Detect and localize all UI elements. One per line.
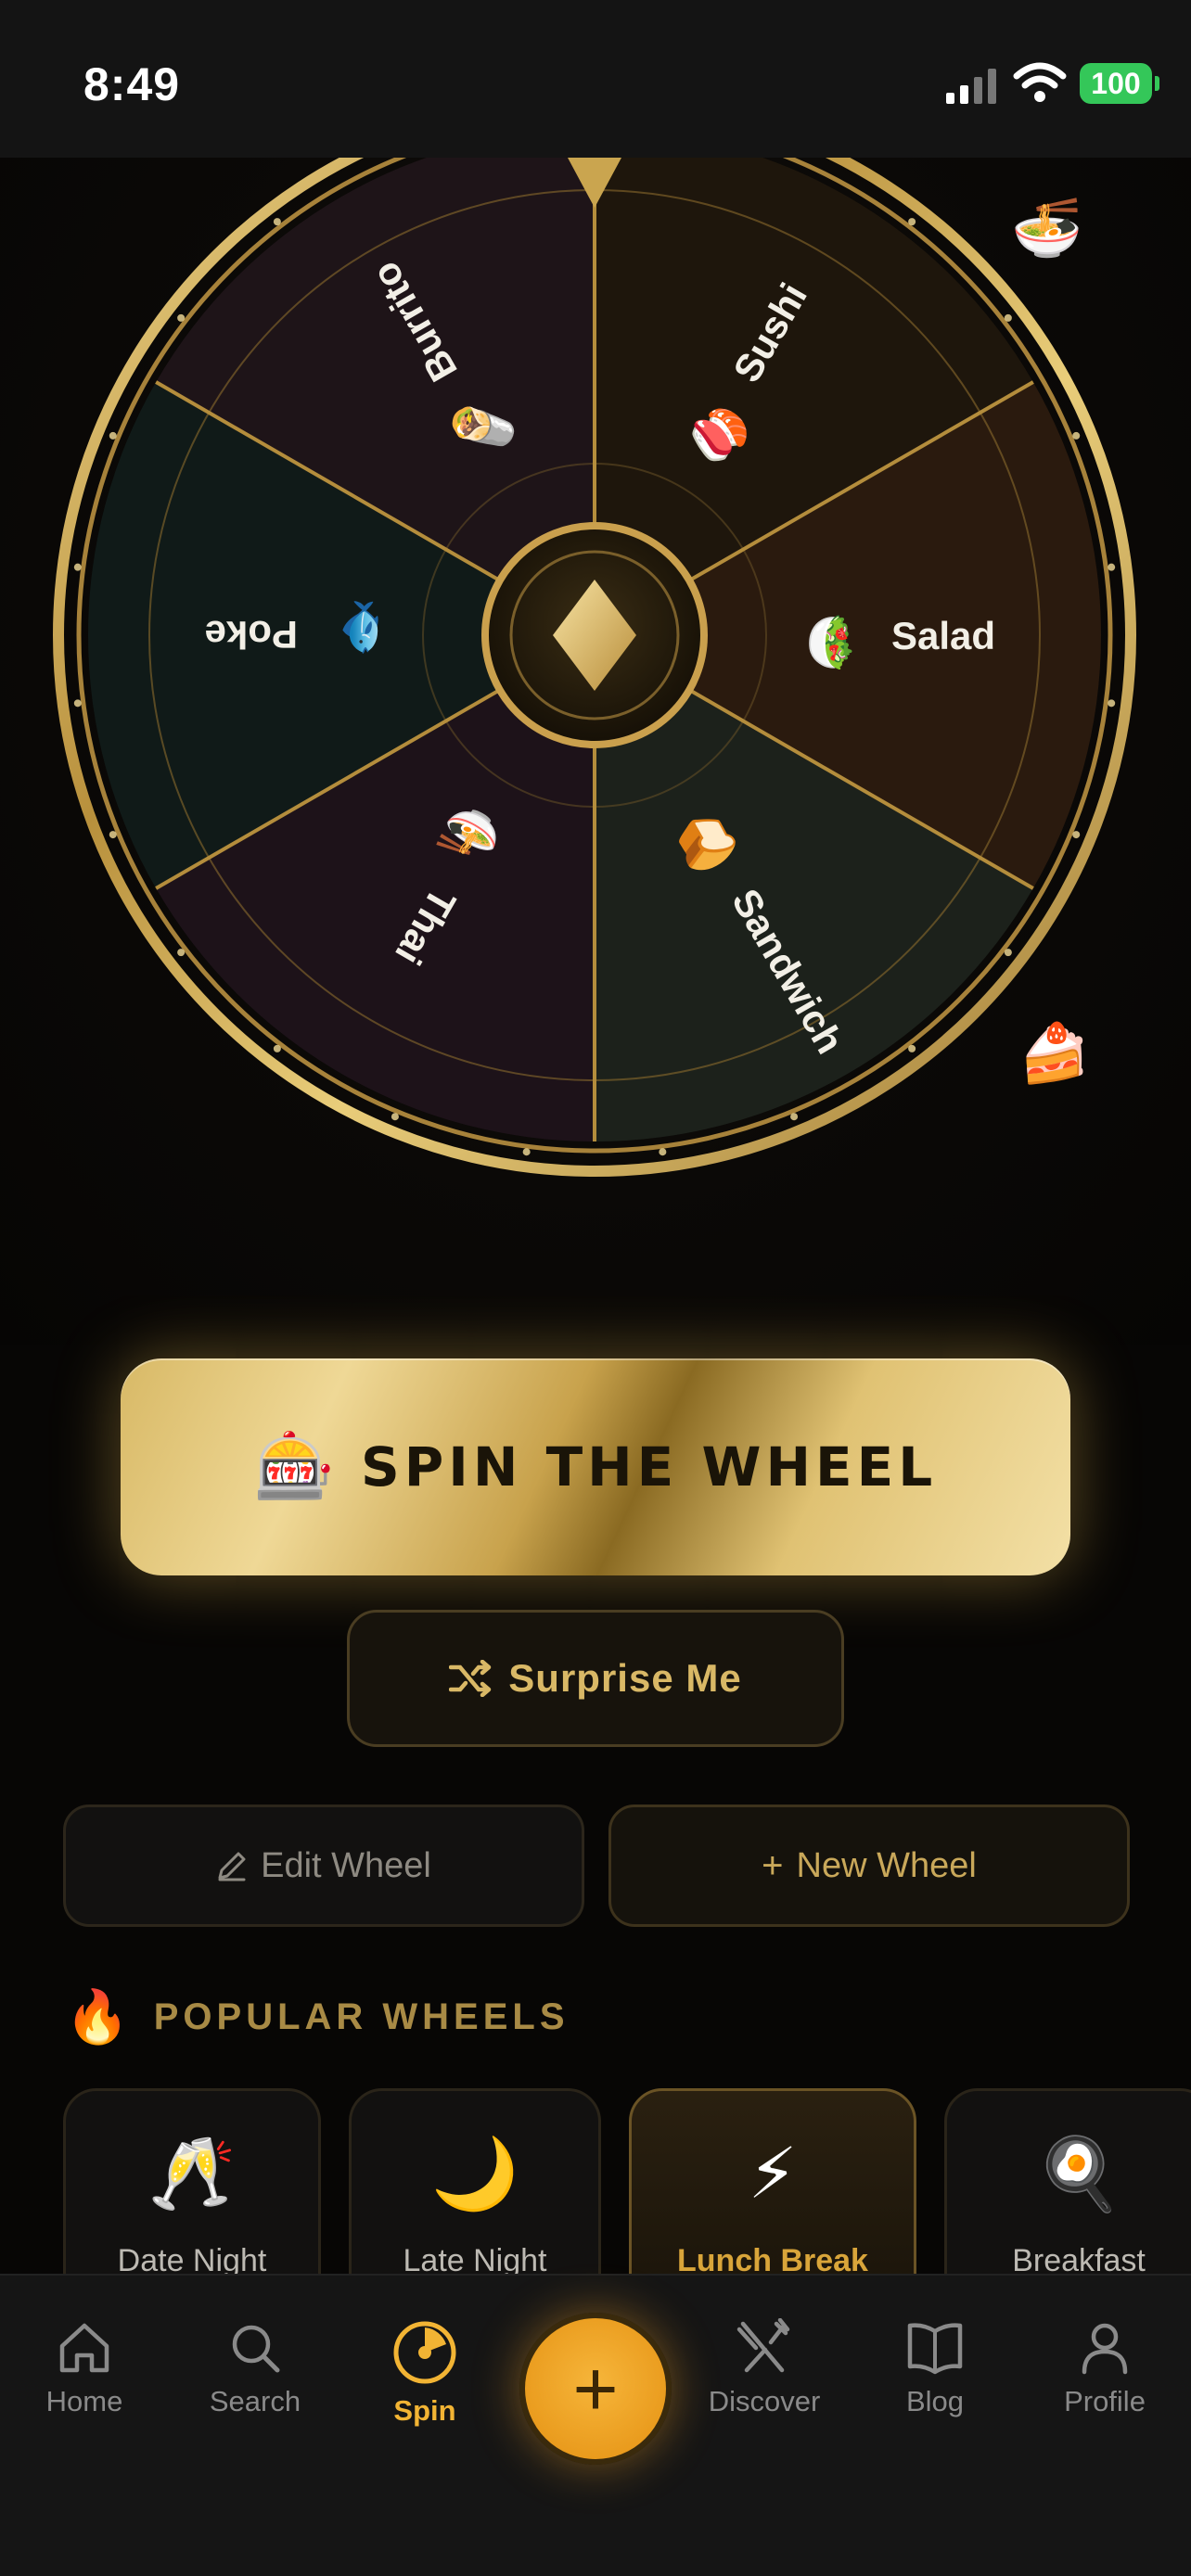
plus-icon: + <box>572 2345 619 2432</box>
status-time: 8:49 <box>83 58 181 110</box>
popular-wheels-list: 🥂 Date Night 🌙 Late Night ⚡ Lunch Break … <box>0 2088 1191 2274</box>
popular-wheels-header: 🔥 POPULAR WHEELS <box>65 1986 570 2047</box>
tab-label: Blog <box>905 2385 965 2417</box>
tab-home[interactable]: Home <box>15 2318 154 2418</box>
floating-cake-emoji: 🍰 <box>1018 1022 1091 1086</box>
segment-label: Salad <box>891 614 995 657</box>
champagne-icon: 🥂 <box>147 2135 237 2213</box>
rim-light <box>1072 431 1081 440</box>
search-icon <box>232 2325 280 2373</box>
new-wheel-label: New Wheel <box>796 1845 977 1885</box>
popular-wheels-title: POPULAR WHEELS <box>153 1996 570 2037</box>
rim-light <box>1072 831 1081 839</box>
rim-light <box>1004 949 1012 957</box>
spin-wheel[interactable]: 🍣Sushi🥗 Salad🍞Sandwich🍜Thai🐟Poke🌯Burrito <box>0 158 1191 1345</box>
slot-machine-icon: 🎰 <box>253 1430 335 1502</box>
rim-light <box>273 218 281 226</box>
plus-icon: + <box>762 1844 784 1886</box>
surprise-me-label: Surprise Me <box>508 1656 742 1700</box>
status-bar: 8:49 100 <box>0 0 1191 158</box>
tab-bar: Home Search Spin + Discover Blog Profile <box>0 2274 1191 2576</box>
tab-discover[interactable]: Discover <box>695 2318 834 2418</box>
rim-light <box>659 1148 667 1156</box>
wheel-area: 🍣 Sushi 🥗 Salad 🍞 Sandwich 🍜 Thai 🐟 Poke 🌯 Burrito … <box>0 158 1191 1345</box>
popular-card-lunch-break[interactable]: ⚡ Lunch Break <box>629 2088 916 2274</box>
new-wheel-button[interactable]: + New Wheel <box>608 1804 1130 1927</box>
tab-blog[interactable]: Blog <box>865 2318 1005 2418</box>
pencil-icon <box>218 1852 246 1881</box>
segment-emoji: 🥗 <box>802 613 856 673</box>
rim-light <box>109 431 117 440</box>
spin-the-wheel-button[interactable]: 🎰 SPIN THE WHEEL <box>121 1358 1070 1575</box>
add-button[interactable]: + <box>519 2313 672 2465</box>
lightning-icon: ⚡ <box>748 2135 798 2213</box>
rim-light <box>391 1113 399 1121</box>
floating-noodles-emoji: 🍜 <box>1011 197 1083 261</box>
book-icon <box>907 2323 963 2375</box>
utensils-icon <box>736 2318 790 2373</box>
rim-light <box>73 699 82 708</box>
popular-card-breakfast[interactable]: 🍳 Breakfast <box>944 2088 1191 2274</box>
card-label: Lunch Break <box>677 2243 868 2274</box>
home-icon <box>59 2323 109 2373</box>
popular-card-late-night[interactable]: 🌙 Late Night <box>349 2088 601 2274</box>
edit-wheel-label: Edit Wheel <box>261 1845 431 1885</box>
tab-label: Spin <box>393 2394 456 2427</box>
tab-search[interactable]: Search <box>186 2318 325 2418</box>
profile-icon <box>1082 2323 1128 2375</box>
card-label: Late Night <box>403 2243 547 2274</box>
tab-label: Discover <box>708 2385 821 2417</box>
edit-wheel-button[interactable]: Edit Wheel <box>63 1804 584 1927</box>
tab-profile[interactable]: Profile <box>1035 2318 1174 2418</box>
rim-light <box>790 1113 799 1121</box>
rim-light <box>273 1044 281 1052</box>
frying-pan-icon: 🍳 <box>1034 2135 1123 2213</box>
tab-label: Home <box>45 2385 123 2417</box>
rim-light <box>1108 699 1116 708</box>
moon-icon: 🌙 <box>430 2135 519 2213</box>
segment-emoji: 🐟 <box>333 598 387 658</box>
spin-button-label: SPIN THE WHEEL <box>360 1435 938 1498</box>
battery-icon: 100 <box>1080 63 1159 104</box>
wifi-icon <box>1013 62 1067 102</box>
popular-card-date-night[interactable]: 🥂 Date Night <box>63 2088 321 2274</box>
card-label: Date Night <box>117 2243 267 2274</box>
fire-icon: 🔥 <box>65 1987 130 2046</box>
rim-light <box>908 218 916 226</box>
shuffle-icon <box>449 1660 492 1697</box>
rim-light <box>177 313 186 322</box>
tab-spin[interactable]: Spin <box>355 2318 494 2428</box>
rim-light <box>1108 563 1116 571</box>
surprise-me-button[interactable]: Surprise Me <box>347 1610 844 1747</box>
rim-light <box>73 563 82 571</box>
segment-label: Poke <box>205 613 298 657</box>
tab-label: Search <box>209 2385 301 2417</box>
rim-light <box>522 1148 531 1156</box>
rim-light <box>109 831 117 839</box>
card-label: Breakfast <box>1012 2243 1146 2274</box>
spin-icon <box>393 2321 456 2384</box>
rim-light <box>908 1044 916 1052</box>
tab-label: Profile <box>1064 2385 1146 2417</box>
rim-light <box>1004 313 1012 322</box>
rim-light <box>177 949 186 957</box>
signal-icon <box>946 69 996 104</box>
